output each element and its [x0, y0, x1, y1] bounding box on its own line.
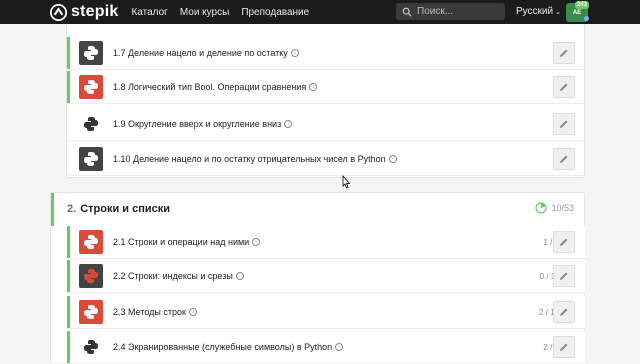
module-title[interactable]: 2. Строки и списки [67, 203, 170, 215]
lesson-progress-bar [67, 226, 70, 258]
edit-lesson-button[interactable] [553, 148, 575, 170]
python-icon [84, 152, 98, 166]
lesson-title: 1.8 Логический тип Bool. Операции сравне… [113, 82, 318, 92]
edit-lesson-button[interactable] [553, 336, 575, 358]
python-icon [84, 117, 98, 131]
lesson-title-text: 2.4 Экранированные (служебные символы) в… [113, 342, 333, 352]
nav-link-teaching[interactable]: Преподавание [241, 7, 309, 18]
pencil-icon [560, 343, 568, 351]
language-selector[interactable]: Русский ⌄ [516, 6, 561, 17]
lesson-row[interactable]: 2.2 Строки: индексы и срезы ↓ 0 / 11 [67, 260, 585, 293]
chevron-down-icon: ⌄ [555, 8, 561, 16]
module-number: 2. [67, 203, 77, 215]
stepik-logo-icon [50, 3, 67, 21]
lesson-progress-bar [67, 260, 70, 292]
language-label: Русский [516, 6, 554, 17]
lesson-thumbnail [79, 335, 103, 359]
lesson-thumbnail [79, 264, 103, 288]
search-input[interactable] [417, 6, 497, 17]
edit-lesson-button[interactable] [553, 301, 575, 323]
lesson-title-text: 2.2 Строки: индексы и срезы [113, 271, 233, 281]
pencil-icon [560, 155, 568, 163]
edit-lesson-button[interactable] [553, 42, 575, 64]
download-icon[interactable]: ↓ [188, 308, 197, 316]
pencil-icon [560, 272, 568, 280]
download-icon[interactable]: ↓ [290, 49, 299, 57]
download-icon[interactable]: ↓ [284, 120, 293, 128]
lesson-row[interactable]: 2.3 Методы строк ↓ 2 / 12 [67, 296, 585, 329]
lesson-row[interactable]: 1.9 Округление вверх и округление вниз ↓… [67, 108, 584, 141]
pencil-icon [560, 308, 568, 316]
progress-pie-icon [535, 202, 548, 214]
edit-lesson-button[interactable] [553, 76, 575, 98]
collapse-icon[interactable]: − [335, 343, 344, 351]
collapse-icon[interactable]: − [252, 238, 261, 246]
lesson-row[interactable]: 2.1 Строки и операции над ними − 1 / 8 [67, 226, 585, 259]
lesson-progress-bar [67, 331, 70, 363]
notification-badge: 243 [575, 1, 590, 9]
pencil-icon [560, 120, 568, 128]
lesson-row[interactable]: 1.7 Деление нацело и деление по остатку … [67, 37, 584, 70]
lesson-thumbnail [79, 112, 103, 136]
module-progress: 10/53 [535, 202, 574, 214]
python-icon [84, 340, 98, 354]
lesson-thumbnail [79, 230, 103, 254]
module-progress-text: 10/53 [551, 203, 574, 213]
lesson-title-text: 2.3 Методы строк [113, 307, 186, 317]
python-icon [84, 305, 98, 319]
lesson-title: 2.1 Строки и операции над ними − [113, 237, 261, 247]
online-status-dot [584, 16, 589, 21]
pencil-icon [560, 49, 568, 57]
python-icon [84, 269, 98, 283]
lesson-thumbnail [79, 75, 103, 99]
lesson-title: 2.2 Строки: индексы и срезы ↓ [113, 271, 244, 281]
lesson-thumbnail [79, 147, 103, 171]
lesson-title: 2.4 Экранированные (служебные символы) в… [113, 342, 344, 352]
top-navbar: stepik Каталог Мои курсы Преподавание Ру… [0, 0, 640, 24]
mouse-cursor-icon [342, 175, 351, 189]
nav-links: Каталог Мои курсы Преподавание [131, 7, 321, 18]
pencil-icon [560, 83, 568, 91]
module-progress-bar [51, 193, 54, 226]
module-1-card: 1.7 Деление нацело и деление по остатку … [66, 24, 585, 178]
search-box[interactable] [396, 3, 505, 20]
lesson-row[interactable]: 1.10 Деление нацело и по остатку отрицат… [67, 143, 584, 176]
nav-link-catalog[interactable]: Каталог [131, 7, 167, 18]
module-title-text: Строки и списки [80, 203, 171, 215]
lesson-row[interactable]: 1.8 Логический тип Bool. Операции сравне… [67, 71, 584, 104]
python-icon [84, 80, 98, 94]
nav-link-my-courses[interactable]: Мои курсы [180, 7, 230, 18]
lesson-thumbnail [79, 300, 103, 324]
lesson-title-text: 1.9 Округление вверх и округление вниз [113, 119, 282, 129]
lesson-title: 1.7 Деление нацело и деление по остатку … [113, 48, 299, 58]
edit-lesson-button[interactable] [553, 113, 575, 135]
python-icon [84, 46, 98, 60]
edit-lesson-button[interactable] [553, 265, 575, 287]
download-icon[interactable]: ↓ [309, 83, 318, 91]
search-icon [402, 7, 412, 17]
lesson-title-text: 2.1 Строки и операции над ними [113, 237, 250, 247]
lesson-title: 2.3 Методы строк ↓ [113, 307, 197, 317]
lesson-progress-bar [67, 37, 70, 69]
stepik-logo[interactable]: stepik [50, 0, 118, 24]
download-icon[interactable]: ↓ [235, 272, 244, 280]
lesson-progress-bar [67, 296, 70, 328]
python-icon [84, 235, 98, 249]
module-2-card: 2. Строки и списки 10/53 2.1 Строки и оп… [50, 192, 585, 364]
logo-text: stepik [71, 3, 119, 20]
lesson-progress-bar [67, 71, 70, 103]
lesson-title: 1.10 Деление нацело и по остатку отрицат… [113, 154, 397, 164]
lesson-thumbnail [79, 41, 103, 65]
pencil-icon [560, 238, 568, 246]
lesson-row[interactable]: 2.4 Экранированные (служебные символы) в… [67, 331, 585, 364]
collapse-icon[interactable]: − [388, 155, 397, 163]
avatar-initials: AE [572, 9, 582, 16]
lesson-title: 1.9 Округление вверх и округление вниз ↓ [113, 119, 293, 129]
lesson-title-text: 1.10 Деление нацело и по остатку отрицат… [113, 154, 386, 164]
lesson-title-text: 1.8 Логический тип Bool. Операции сравне… [113, 82, 307, 92]
lesson-title-text: 1.7 Деление нацело и деление по остатку [113, 48, 288, 58]
edit-lesson-button[interactable] [553, 231, 575, 253]
